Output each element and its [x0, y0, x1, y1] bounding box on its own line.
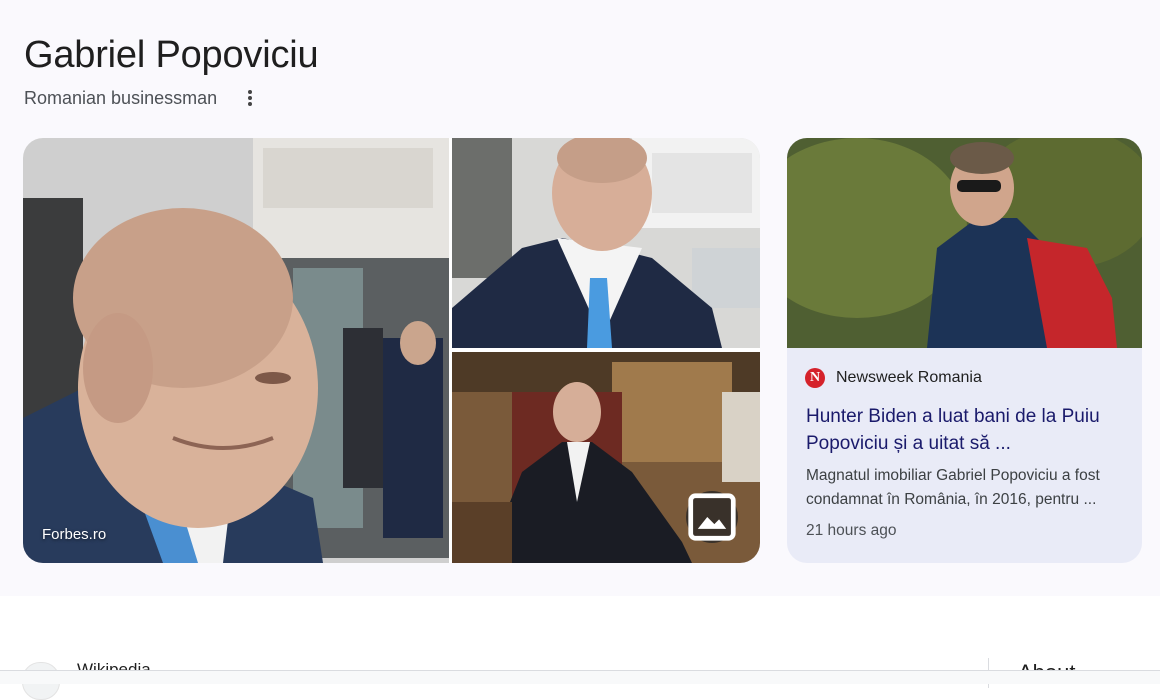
- photo-bottom-right[interactable]: [452, 352, 760, 563]
- more-vert-icon: [248, 90, 252, 106]
- knowledge-panel-header: Gabriel Popoviciu Romanian businessman F…: [0, 0, 1160, 596]
- news-thumbnail: [787, 138, 1142, 348]
- main-photo[interactable]: Forbes.ro: [23, 138, 449, 563]
- publisher-row: N Newsweek Romania: [805, 368, 982, 388]
- image-icon: [688, 493, 736, 541]
- news-headline[interactable]: Hunter Biden a luat bani de la Puiu Popo…: [806, 403, 1126, 457]
- entity-title: Gabriel Popoviciu: [24, 34, 319, 76]
- news-timestamp: 21 hours ago: [806, 522, 897, 539]
- view-all-images-button[interactable]: [686, 491, 738, 543]
- newsweek-logo-icon: N: [805, 368, 825, 388]
- image-source-label: Forbes.ro: [42, 526, 107, 543]
- news-card[interactable]: N Newsweek Romania Hunter Biden a luat b…: [787, 138, 1142, 563]
- more-options-button[interactable]: [238, 86, 262, 110]
- publisher-name: Newsweek Romania: [836, 369, 982, 386]
- photo-top-right[interactable]: [452, 138, 760, 348]
- news-snippet: Magnatul imobiliar Gabriel Popoviciu a f…: [806, 467, 1100, 508]
- image-gallery: Forbes.ro: [23, 138, 760, 563]
- entity-subtitle: Romanian businessman: [24, 88, 218, 108]
- bottom-bar: [0, 670, 1160, 684]
